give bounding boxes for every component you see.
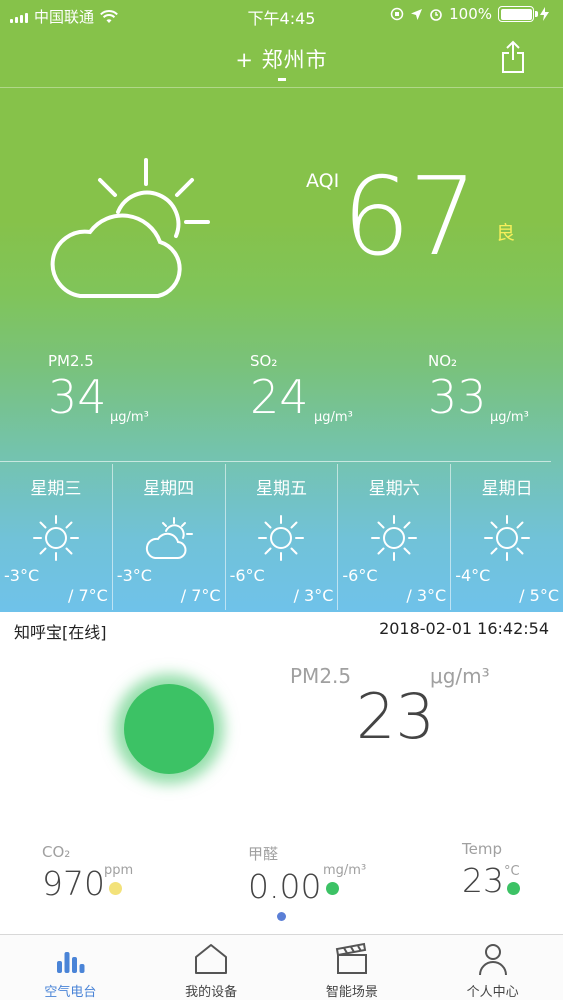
status-bar: 中国联通 下午4:45 100% <box>0 0 563 30</box>
tab-smart-scenes[interactable]: 智能场景 <box>282 935 423 1000</box>
tab-bar: 空气电台 我的设备 智能场景 个人中心 <box>0 934 563 1000</box>
weather-panel: 中国联通 下午4:45 100% + 郑州市 AQI 67 良 PM2.5 34… <box>0 0 563 612</box>
location-icon <box>411 8 423 20</box>
orientation-lock-icon <box>390 7 404 21</box>
forecast-strip: 星期三 -3°C / 7°C 星期四 -3°C / 7°C 星期五 -6°C /… <box>0 464 563 610</box>
metric-status-dot <box>326 882 339 895</box>
sun-icon <box>371 515 418 561</box>
forecast-day-name: 星期六 <box>368 479 420 499</box>
clapperboard-icon <box>335 942 367 974</box>
device-name[interactable]: 知呼宝[在线] <box>14 619 107 643</box>
tab-label: 智能场景 <box>325 985 378 1000</box>
tab-label: 空气电台 <box>44 985 97 1000</box>
tab-label: 个人中心 <box>466 985 519 1000</box>
sun-icon <box>484 515 531 561</box>
forecast-divider <box>0 461 551 462</box>
metric-status-dot <box>507 882 520 895</box>
sun-icon <box>32 515 79 561</box>
partly-cloudy-icon <box>50 158 210 298</box>
person-icon <box>478 944 507 976</box>
charging-icon <box>540 7 549 21</box>
pollutant-unit: μg/m³ <box>314 410 353 425</box>
metric-value: 0.00 <box>248 867 322 906</box>
nav-bar: + 郑州市 <box>0 36 563 86</box>
home-icon <box>195 944 228 974</box>
pollutant-label: PM2.5 <box>48 352 94 370</box>
metric-label: CO₂ <box>42 843 71 861</box>
tab-my-devices[interactable]: 我的设备 <box>141 935 282 1000</box>
share-icon[interactable] <box>501 40 525 74</box>
partly-cloudy-icon <box>145 517 193 559</box>
forecast-day[interactable]: 星期三 -3°C / 7°C <box>0 464 113 610</box>
bar-chart-icon <box>57 952 85 973</box>
forecast-high: / 3°C <box>406 586 447 605</box>
nav-divider <box>0 87 563 88</box>
pollutant-value: 33 <box>428 370 487 424</box>
pollutant-so2: SO₂ 24 μg/m³ <box>250 352 353 425</box>
metric-temperature: Temp 23 °C <box>462 840 520 900</box>
forecast-day[interactable]: 星期四 -3°C / 7°C <box>113 464 226 610</box>
forecast-day-name: 星期日 <box>481 479 533 499</box>
forecast-day[interactable]: 星期六 -6°C / 3°C <box>338 464 452 610</box>
forecast-day-name: 星期五 <box>255 479 307 499</box>
app-screen: 中国联通 下午4:45 100% + 郑州市 AQI 67 良 PM2.5 34… <box>0 0 563 1000</box>
metric-unit: mg/m³ <box>323 863 367 878</box>
aqi-label: AQI <box>306 170 340 192</box>
page-indicator <box>278 78 286 81</box>
air-quality-status-indicator <box>124 684 214 774</box>
metric-label: 甲醛 <box>248 845 279 863</box>
pollutant-unit: μg/m³ <box>490 410 529 425</box>
pm25-label: PM2.5 <box>290 664 352 688</box>
forecast-low: -3°C <box>4 566 40 585</box>
battery-percent: 100% <box>449 5 492 23</box>
pm25-unit: μg/m³ <box>430 664 490 688</box>
metric-unit: ppm <box>104 863 134 878</box>
forecast-high: / 7°C <box>67 586 108 605</box>
metric-status-dot <box>109 882 122 895</box>
metric-unit: °C <box>504 864 520 879</box>
pollutant-label: SO₂ <box>250 352 278 370</box>
page-control-dot[interactable] <box>277 912 286 921</box>
aqi-value: 67 <box>342 155 477 280</box>
metric-co2: CO₂ 970 ppm <box>42 843 133 903</box>
tab-profile[interactable]: 个人中心 <box>422 935 563 1000</box>
forecast-high: / 3°C <box>293 586 334 605</box>
pollutant-no2: NO₂ 33 μg/m³ <box>428 352 529 425</box>
aqi-level: 良 <box>496 222 516 244</box>
pollutant-value: 34 <box>48 370 107 424</box>
metric-value: 970 <box>42 864 105 903</box>
forecast-high: / 7°C <box>180 586 221 605</box>
pollutant-unit: μg/m³ <box>110 410 149 425</box>
forecast-low: -6°C <box>342 566 378 585</box>
forecast-day-name: 星期四 <box>143 479 195 499</box>
pollutant-label: NO₂ <box>428 352 458 370</box>
device-timestamp: 2018-02-01 16:42:54 <box>379 619 549 638</box>
forecast-low: -4°C <box>455 566 491 585</box>
pollutant-pm25: PM2.5 34 μg/m³ <box>48 352 149 425</box>
device-header: 知呼宝[在线] 2018-02-01 16:42:54 <box>0 612 563 646</box>
tab-label: 我的设备 <box>185 985 238 1000</box>
forecast-day[interactable]: 星期五 -6°C / 3°C <box>226 464 339 610</box>
forecast-low: -3°C <box>116 566 152 585</box>
pm25-value: 23 <box>356 680 435 753</box>
battery-icon <box>498 6 538 22</box>
forecast-high: / 5°C <box>519 586 559 605</box>
tab-air-radio[interactable]: 空气电台 <box>0 935 141 1000</box>
pollutant-value: 24 <box>250 370 309 424</box>
metric-formaldehyde: 甲醛 0.00 mg/m³ <box>248 843 366 906</box>
metric-value: 23 <box>462 861 504 900</box>
sun-icon <box>258 515 305 561</box>
forecast-day-name: 星期三 <box>30 479 82 499</box>
city-selector[interactable]: + 郑州市 <box>0 44 563 74</box>
forecast-low: -6°C <box>229 566 265 585</box>
alarm-icon <box>430 9 442 21</box>
metric-label: Temp <box>462 840 502 858</box>
forecast-day[interactable]: 星期日 -4°C / 5°C <box>451 464 563 610</box>
